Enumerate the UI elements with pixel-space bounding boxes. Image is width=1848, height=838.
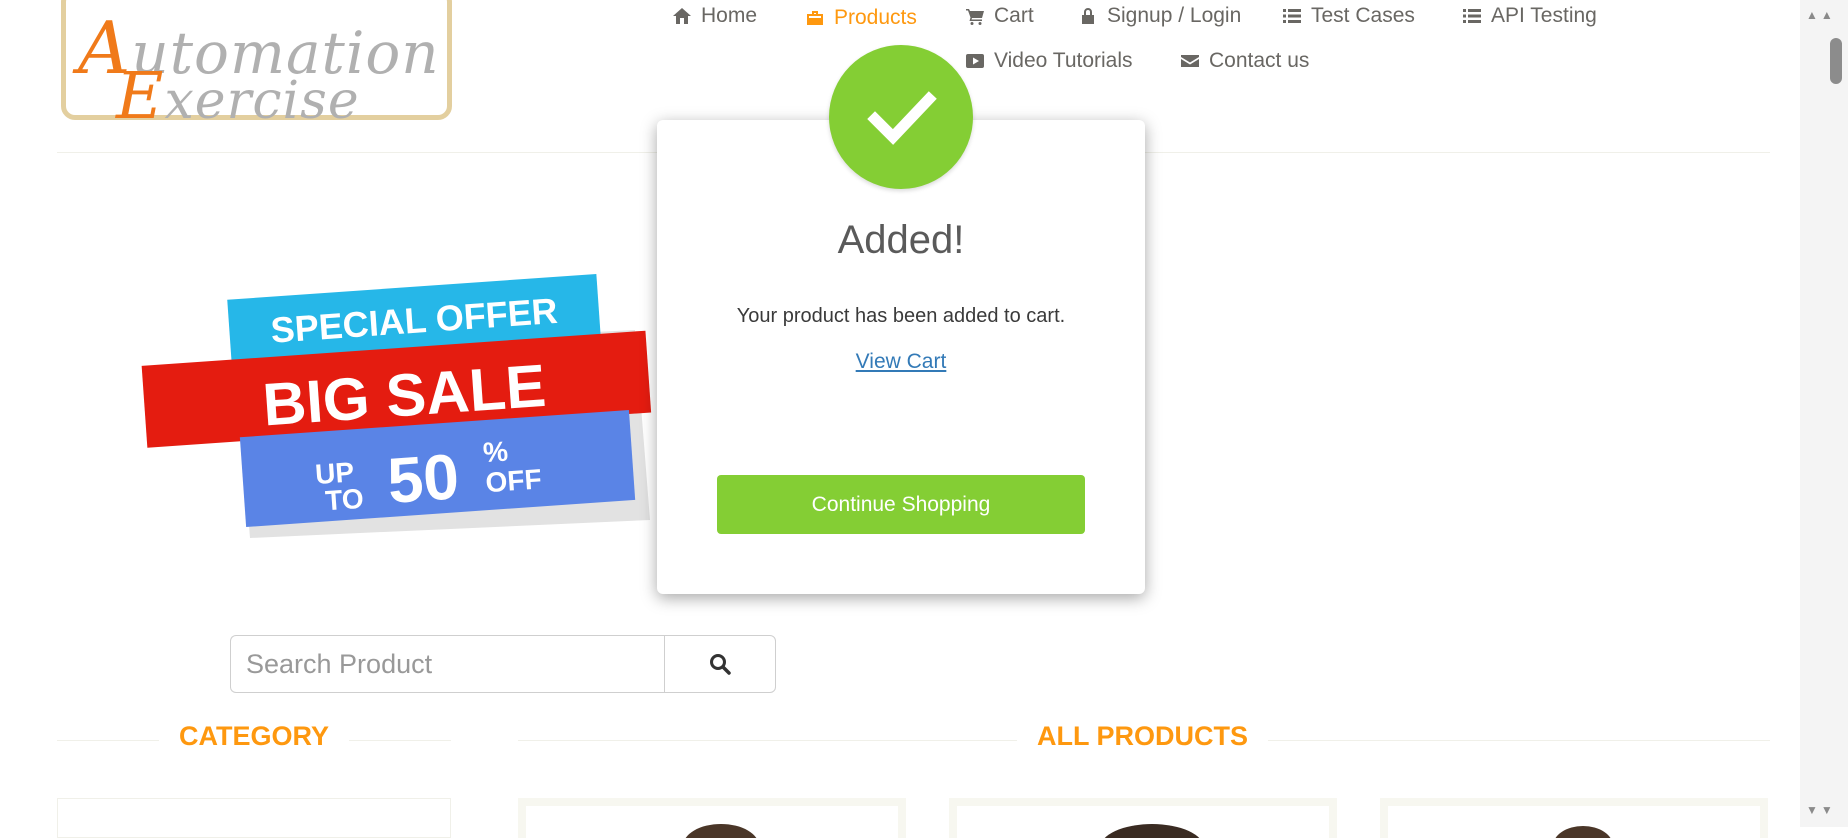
nav-test-cases[interactable]: Test Cases	[1282, 4, 1415, 28]
category-title: CATEGORY	[159, 721, 350, 752]
site-logo[interactable]: Automation Exercise	[61, 0, 452, 134]
scroll-down-arrow[interactable]: ▼▼	[1806, 803, 1836, 817]
product-image	[1555, 826, 1611, 838]
nav-cart-label: Cart	[994, 4, 1034, 27]
scroll-up-arrow[interactable]: ▲▲	[1806, 8, 1836, 22]
page-scrollbar[interactable]	[1800, 0, 1848, 827]
nav-products[interactable]: Products	[805, 6, 917, 30]
list-icon	[1283, 9, 1301, 23]
nav-signup-login[interactable]: Signup / Login	[1078, 4, 1241, 28]
success-badge	[829, 45, 973, 189]
product-card	[518, 798, 906, 838]
banner-percent: %	[482, 436, 509, 469]
banner-to: TO	[324, 483, 364, 517]
briefcase-icon	[807, 11, 823, 25]
list-icon	[1463, 9, 1481, 23]
view-cart-row: View Cart	[657, 350, 1145, 374]
lock-icon	[1082, 8, 1094, 24]
search-icon	[710, 654, 731, 675]
nav-signup-login-label: Signup / Login	[1107, 4, 1242, 27]
youtube-icon	[966, 54, 984, 68]
search-button[interactable]	[664, 635, 776, 693]
nav-home-label: Home	[701, 4, 758, 27]
product-card	[1380, 798, 1768, 838]
all-products-title: ALL PRODUCTS	[1017, 721, 1269, 752]
logo-line-2-rest: xercise	[164, 71, 360, 131]
cart-icon	[966, 9, 984, 25]
nav-home[interactable]: Home	[672, 4, 757, 28]
nav-products-label: Products	[834, 6, 917, 29]
search-input[interactable]: Search Product	[230, 635, 666, 693]
scrollbar-thumb[interactable]	[1830, 38, 1842, 84]
banner-amount: 50	[385, 440, 461, 517]
sale-banner: SPECIAL OFFER BIG SALE UP TO 50 % OFF	[141, 273, 652, 538]
nav-api-testing[interactable]: API Testing	[1462, 4, 1597, 28]
nav-contact-us-label: Contact us	[1209, 49, 1310, 72]
product-image	[1104, 824, 1200, 838]
nav-api-testing-label: API Testing	[1491, 4, 1597, 27]
nav-contact-us[interactable]: Contact us	[1180, 49, 1309, 73]
modal-title: Added!	[837, 218, 965, 262]
modal-message: Your product has been added to cart.	[736, 305, 1066, 327]
nav-video-tutorials-label: Video Tutorials	[994, 49, 1133, 72]
category-panel	[57, 798, 451, 838]
product-card	[949, 798, 1337, 838]
envelope-icon	[1181, 55, 1199, 67]
nav-test-cases-label: Test Cases	[1311, 4, 1415, 27]
checkmark-icon	[867, 91, 937, 145]
continue-shopping-button[interactable]: Continue Shopping	[717, 475, 1085, 534]
nav-video-tutorials[interactable]: Video Tutorials	[965, 49, 1133, 73]
product-image	[685, 824, 757, 838]
nav-cart[interactable]: Cart	[965, 4, 1034, 28]
search-placeholder: Search Product	[246, 648, 433, 679]
view-cart-link[interactable]: View Cart	[856, 350, 947, 373]
banner-off: OFF	[485, 463, 543, 498]
logo-line-2: Exercise	[116, 59, 360, 134]
home-icon	[673, 8, 691, 24]
